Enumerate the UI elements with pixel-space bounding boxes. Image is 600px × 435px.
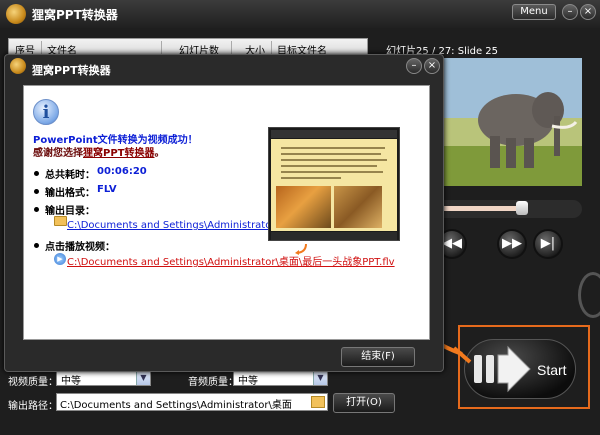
total-time-value: 00:06:20 (97, 166, 147, 177)
thumbnail-toolbar (271, 130, 397, 138)
dialog-close-button[interactable]: × (424, 58, 440, 74)
curved-arrow-icon (295, 243, 307, 255)
folder-browse-icon[interactable] (311, 396, 325, 408)
video-quality-value: 中等 (61, 376, 81, 387)
finish-button[interactable]: 结束(F) (341, 347, 415, 367)
dialog-logo-icon (10, 58, 26, 74)
thanks-suffix: 。 (154, 148, 165, 159)
menu-button[interactable]: Menu (512, 4, 556, 20)
output-format-value: FLV (97, 184, 117, 195)
play-icon: ▶ (54, 253, 66, 265)
text-line (281, 165, 377, 167)
play-video-label: 点击播放视频： (45, 242, 115, 253)
video-file-link[interactable]: C:\Documents and Settings\Administrator\… (67, 253, 395, 268)
output-path-value: C:\Documents and Settings\Administrator\… (60, 400, 292, 411)
thanks-prefix: 感谢您选择 (33, 148, 83, 159)
text-line (281, 177, 341, 179)
app-logo-icon (6, 4, 26, 24)
bullet-icon (34, 207, 39, 212)
start-label: Start (537, 362, 567, 378)
chevron-down-icon[interactable]: ▼ (136, 371, 150, 385)
fast-forward-button[interactable]: ▶▶ (497, 229, 527, 259)
audio-quality-label: 音频质量： (188, 377, 238, 388)
bullet-icon (34, 171, 39, 176)
thanks-brand: 狸窝PPT转换器 (83, 148, 155, 159)
chevron-down-icon[interactable]: ▼ (313, 371, 327, 385)
start-arrow-icon (474, 345, 531, 393)
side-ring-decoration (578, 272, 600, 318)
text-line (281, 159, 387, 161)
close-button[interactable]: × (580, 4, 596, 20)
thumbnail-controls (271, 232, 397, 240)
info-icon: i (33, 99, 59, 125)
slide-preview-image (436, 58, 582, 186)
total-time-label: 总共耗时： (45, 170, 95, 181)
output-directory-link[interactable]: C:\Documents and Settings\Administrator\… (67, 216, 299, 231)
video-quality-label: 视频质量： (8, 377, 58, 388)
dialog-title: 狸窝PPT转换器 (32, 64, 111, 77)
folder-icon (54, 216, 67, 226)
thumbnail-picture-left (276, 186, 331, 228)
next-slide-button[interactable]: ▶| (533, 229, 563, 259)
app-title: 狸窝PPT转换器 (32, 8, 118, 22)
output-directory-label: 输出目录： (45, 206, 95, 217)
text-line (281, 153, 381, 155)
seek-progress-fill (440, 206, 524, 211)
text-line (281, 147, 385, 149)
text-line (281, 171, 383, 173)
audio-quality-value: 中等 (238, 376, 258, 387)
output-path-label: 输出路径： (8, 401, 58, 412)
audio-quality-select[interactable]: 中等 ▼ (233, 370, 328, 387)
seek-handle[interactable] (516, 201, 528, 215)
open-button[interactable]: 打开(O) (333, 393, 395, 413)
bullet-icon (34, 189, 39, 194)
thumbnail-picture-right (334, 186, 382, 228)
output-format-label: 输出格式： (45, 188, 95, 199)
dialog-minimize-button[interactable]: – (406, 58, 422, 74)
video-quality-select[interactable]: 中等 ▼ (56, 370, 151, 387)
output-path-field[interactable]: C:\Documents and Settings\Administrator\… (56, 393, 328, 411)
minimize-button[interactable]: – (562, 4, 578, 20)
thanks-message: 感谢您选择狸窝PPT转换器。 (33, 144, 164, 159)
bullet-icon (34, 243, 39, 248)
